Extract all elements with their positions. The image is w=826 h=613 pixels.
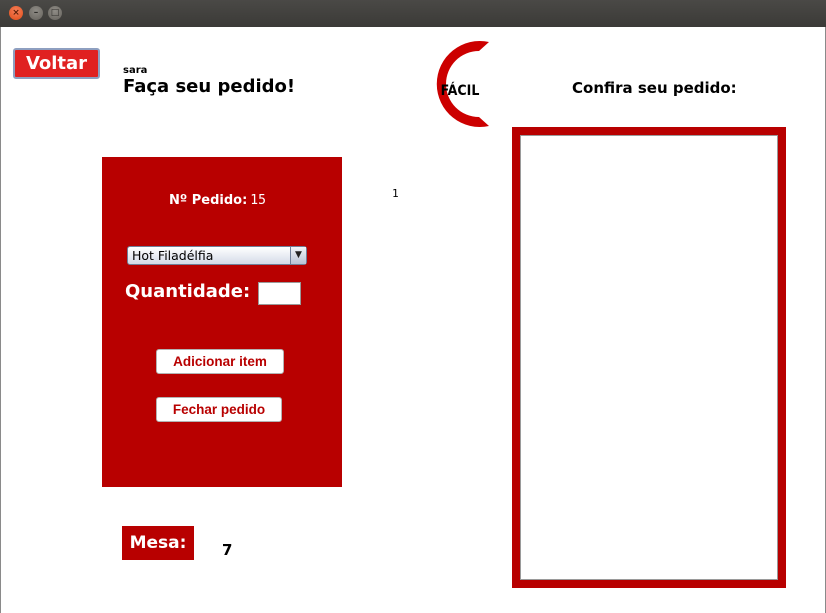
order-number-label: Nº Pedido: [169,193,248,208]
page-title: Faça seu pedido! [123,76,296,97]
order-review-list-area[interactable] [520,135,778,580]
table-number: 7 [222,541,233,559]
quantity-label: Quantidade: [125,281,251,302]
order-review-list[interactable] [512,127,786,588]
chevron-down-icon[interactable]: ▼ [290,247,306,264]
app-content: Voltar sara Faça seu pedido! FÁCIL Confi… [0,27,826,613]
counter-value: 1 [392,187,399,200]
table-label: Mesa: [122,526,194,560]
close-window-icon[interactable]: × [9,6,23,20]
order-number-value: 15 [250,193,266,208]
close-order-button[interactable]: Fechar pedido [156,397,282,422]
quantity-input[interactable] [258,282,301,305]
review-title: Confira seu pedido: [572,79,737,97]
item-select[interactable]: Hot Filadélfia ▼ [127,246,307,265]
add-item-button[interactable]: Adicionar item [156,349,284,374]
item-select-value: Hot Filadélfia [132,248,214,263]
username-label: sara [123,65,148,76]
order-number-row: Nº Pedido: 15 [169,193,266,208]
maximize-window-icon[interactable]: □ [48,6,62,20]
back-button[interactable]: Voltar [13,48,100,79]
logo-icon: FÁCIL [436,41,489,127]
minimize-window-icon[interactable]: – [29,6,43,20]
logo-text: FÁCIL [441,82,480,99]
window-titlebar: × – □ [0,0,826,27]
